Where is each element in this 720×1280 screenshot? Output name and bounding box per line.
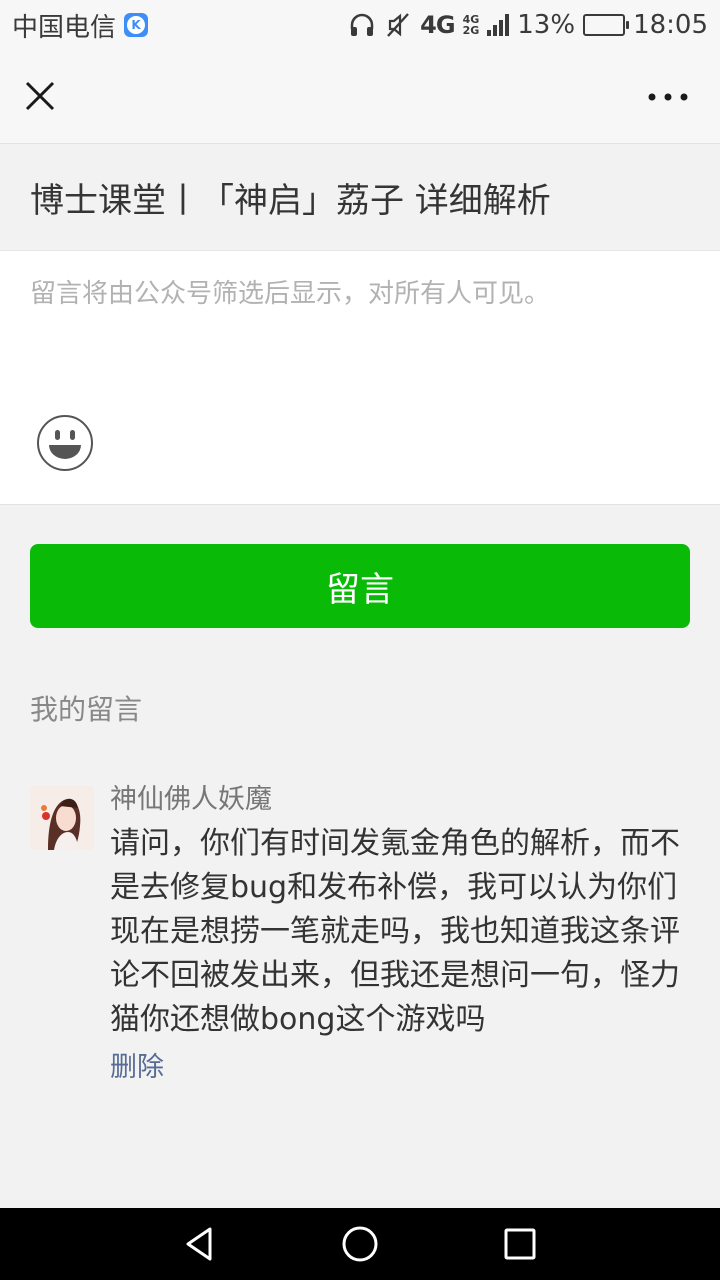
close-button[interactable] xyxy=(18,74,62,118)
comment-author: 神仙佛人妖魔 xyxy=(110,784,272,815)
system-nav-bar xyxy=(0,1208,720,1280)
carrier-name: 中国电信 xyxy=(12,12,117,43)
recents-button[interactable] xyxy=(496,1220,544,1268)
mute-icon xyxy=(387,13,410,37)
delete-comment-link[interactable]: 删除 xyxy=(110,1044,164,1092)
home-circle-icon xyxy=(342,1226,378,1262)
clock: 18:05 xyxy=(633,10,708,40)
submit-comment-button[interactable]: 留言 xyxy=(30,544,690,628)
app-notification-icon: K xyxy=(124,13,149,37)
network-stack: 4G 2G xyxy=(463,14,480,36)
close-icon xyxy=(25,81,55,111)
avatar-image xyxy=(30,786,94,850)
more-button[interactable] xyxy=(646,80,690,114)
back-triangle-icon xyxy=(186,1227,212,1261)
network-type: 4G xyxy=(420,11,455,39)
comment-text: 请问，你们有时间发氪金角色的解析，而不是去修复bug和发布补偿，我可以认为你们现… xyxy=(110,826,680,1037)
status-bar: 中国电信 K 4G 4G 2G 13% 18:05 xyxy=(0,0,720,50)
battery-icon xyxy=(583,14,630,36)
nav-bar xyxy=(0,50,720,144)
more-icon xyxy=(648,93,688,101)
signal-icon xyxy=(487,14,510,36)
comment-body: 神仙佛人妖魔 请问，你们有时间发氪金角色的解析，而不是去修复bug和发布补偿，我… xyxy=(110,782,690,1092)
recents-square-icon xyxy=(504,1228,536,1260)
comment-input-area xyxy=(0,251,720,505)
article-title: 博士课堂丨「神启」荔子 详细解析 xyxy=(0,145,720,251)
avatar xyxy=(30,786,94,850)
back-button[interactable] xyxy=(176,1220,224,1268)
comment-input[interactable] xyxy=(30,273,690,393)
smiley-icon xyxy=(37,415,93,471)
comment-screen: 中国电信 K 4G 4G 2G 13% 18:05 博士课堂丨「神启」荔子 详细… xyxy=(0,0,720,1280)
home-button[interactable] xyxy=(336,1220,384,1268)
status-left: 中国电信 K xyxy=(12,7,149,44)
network-stack-bottom: 2G xyxy=(462,24,480,37)
emoji-button[interactable] xyxy=(36,414,94,472)
status-right: 4G 4G 2G 13% 18:05 xyxy=(348,10,708,40)
headphones-icon xyxy=(350,13,374,36)
battery-percent: 13% xyxy=(517,10,576,40)
my-comments-title: 我的留言 xyxy=(30,693,143,726)
